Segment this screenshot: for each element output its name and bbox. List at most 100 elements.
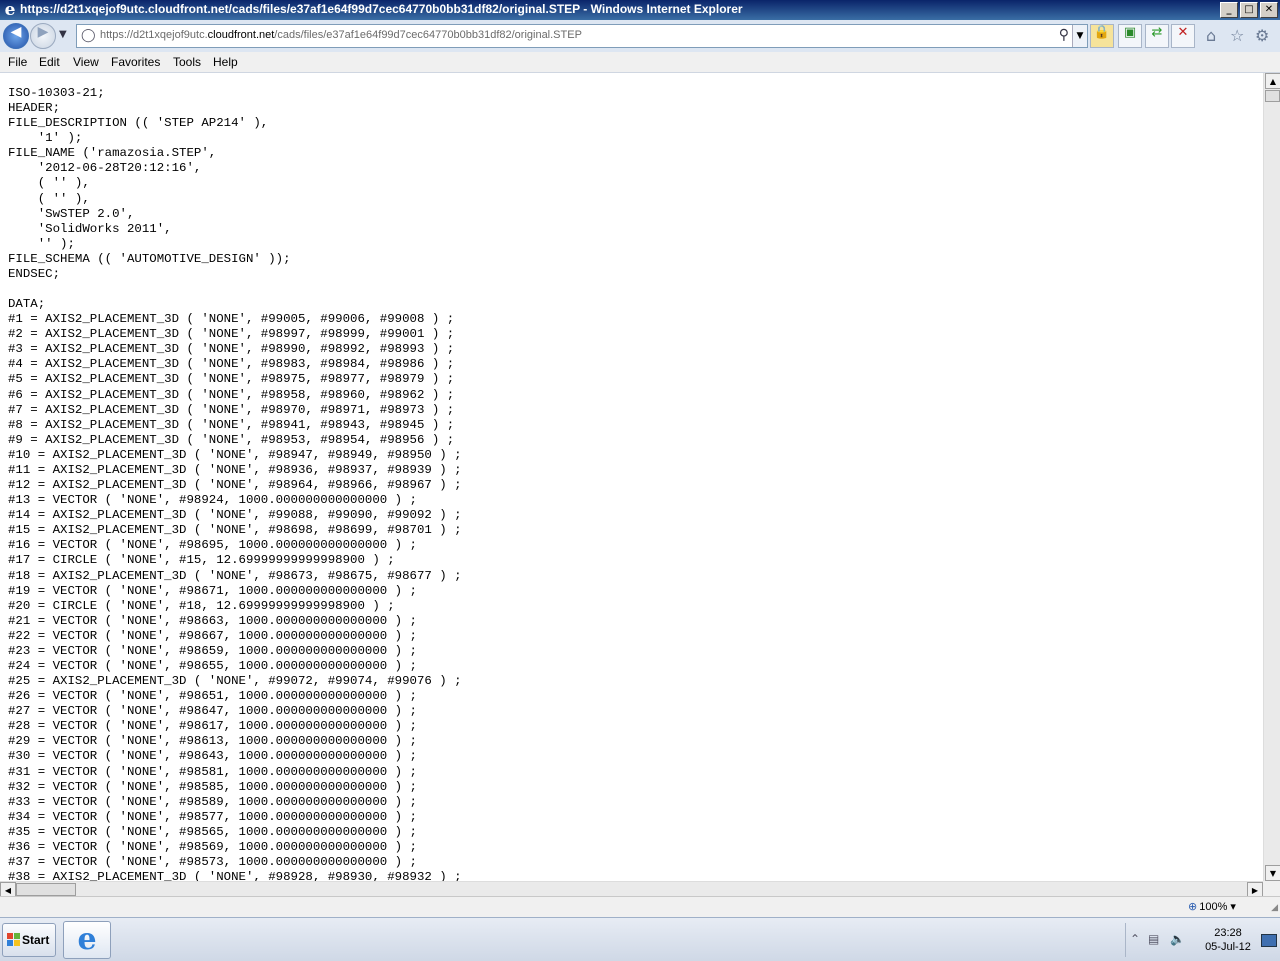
home-icon[interactable]: ⌂: [1206, 26, 1216, 45]
minimize-button[interactable]: _: [1220, 2, 1238, 18]
document-line: #30 = VECTOR ( 'NONE', #98643, 1000.0000…: [8, 749, 417, 764]
document-line: HEADER;: [8, 101, 61, 116]
start-label: Start: [22, 933, 50, 947]
document-line: #2 = AXIS2_PLACEMENT_3D ( 'NONE', #98997…: [8, 327, 455, 342]
vertical-scrollbar[interactable]: ▲ ▼: [1263, 73, 1280, 881]
document-line: FILE_DESCRIPTION (( 'STEP AP214' ),: [8, 116, 269, 131]
close-button[interactable]: ✕: [1260, 2, 1278, 18]
scroll-up-icon[interactable]: ▲: [1265, 73, 1280, 89]
horizontal-scrollbar[interactable]: ◀ ▶: [0, 881, 1263, 897]
document-line: #15 = AXIS2_PLACEMENT_3D ( 'NONE', #9869…: [8, 523, 462, 538]
document-line: #16 = VECTOR ( 'NONE', #98695, 1000.0000…: [8, 538, 417, 553]
document-line: ISO-10303-21;: [8, 86, 105, 100]
address-dropdown-button[interactable]: ▼: [1072, 25, 1087, 47]
maximize-button[interactable]: □: [1240, 2, 1258, 18]
show-desktop-button[interactable]: [1261, 934, 1277, 947]
document-line: #6 = AXIS2_PLACEMENT_3D ( 'NONE', #98958…: [8, 387, 455, 402]
scrollbar-corner: [1263, 881, 1280, 896]
lock-icon[interactable]: 🔒: [1090, 24, 1114, 48]
menu-bar: File Edit View Favorites Tools Help: [0, 52, 1280, 73]
clock-date: 05-Jul-12: [1205, 941, 1251, 953]
document-line: #35 = VECTOR ( 'NONE', #98565, 1000.0000…: [8, 824, 417, 839]
document-line: #8 = AXIS2_PLACEMENT_3D ( 'NONE', #98941…: [8, 417, 455, 432]
gear-icon[interactable]: ⚙: [1255, 26, 1269, 45]
url-domain: cloudfront.net: [207, 29, 275, 41]
document-line: #19 = VECTOR ( 'NONE', #98671, 1000.0000…: [8, 583, 417, 598]
menu-tools[interactable]: Tools: [173, 55, 201, 69]
document-line: #1 = AXIS2_PLACEMENT_3D ( 'NONE', #99005…: [8, 312, 455, 327]
document-line: #5 = AXIS2_PLACEMENT_3D ( 'NONE', #98975…: [8, 372, 455, 387]
document-line: #10 = AXIS2_PLACEMENT_3D ( 'NONE', #9894…: [8, 447, 462, 462]
document-line: #32 = VECTOR ( 'NONE', #98585, 1000.0000…: [8, 779, 417, 794]
document-line: #37 = VECTOR ( 'NONE', #98573, 1000.0000…: [8, 854, 417, 869]
title-bar: e https://d2t1xqejof9utc.cloudfront.net/…: [0, 0, 1280, 20]
document-line: '2012-06-28T20:12:16',: [8, 161, 202, 176]
document-line: #31 = VECTOR ( 'NONE', #98581, 1000.0000…: [8, 764, 417, 779]
document-line: #4 = AXIS2_PLACEMENT_3D ( 'NONE', #98983…: [8, 357, 455, 372]
status-bar: ⊕ 100% ▾ ◢: [0, 896, 1280, 917]
back-button[interactable]: ◀: [3, 23, 29, 49]
show-hidden-icons-icon[interactable]: ⌃: [1130, 932, 1140, 946]
menu-help[interactable]: Help: [213, 55, 238, 69]
menu-favorites[interactable]: Favorites: [111, 55, 160, 69]
stop-icon[interactable]: ✕: [1171, 24, 1195, 48]
menu-file[interactable]: File: [8, 55, 27, 69]
scroll-left-icon[interactable]: ◀: [0, 882, 16, 897]
zoom-icon: ⊕: [1188, 900, 1198, 913]
clock[interactable]: 23:28 05-Jul-12: [1198, 926, 1258, 954]
document-line: #34 = VECTOR ( 'NONE', #98577, 1000.0000…: [8, 809, 417, 824]
document-line: #38 = AXIS2_PLACEMENT_3D ( 'NONE', #9892…: [8, 870, 462, 881]
forward-button[interactable]: ▶: [30, 23, 56, 49]
scroll-right-icon[interactable]: ▶: [1247, 882, 1263, 897]
document-line: ENDSEC;: [8, 266, 61, 281]
search-icon[interactable]: ⚲: [1059, 27, 1069, 43]
horizontal-scroll-thumb[interactable]: [16, 883, 76, 896]
document-line: #36 = VECTOR ( 'NONE', #98569, 1000.0000…: [8, 839, 417, 854]
document-line: DATA;: [8, 297, 46, 312]
zoom-level: 100%: [1199, 901, 1228, 913]
system-tray: ⌃ ▤ 🔈 23:28 05-Jul-12: [1125, 923, 1280, 957]
document-line: #24 = VECTOR ( 'NONE', #98655, 1000.0000…: [8, 658, 417, 673]
scroll-down-icon[interactable]: ▼: [1265, 865, 1280, 881]
document-line: #12 = AXIS2_PLACEMENT_3D ( 'NONE', #9896…: [8, 478, 462, 493]
document-line: #21 = VECTOR ( 'NONE', #98663, 1000.0000…: [8, 613, 417, 628]
address-bar[interactable]: ◯ https://d2t1xqejof9utc.cloudfront.net/…: [76, 24, 1088, 48]
compatibility-view-icon[interactable]: ▣: [1118, 24, 1142, 48]
document-line: #28 = VECTOR ( 'NONE', #98617, 1000.0000…: [8, 719, 417, 734]
document-line: '' );: [8, 236, 75, 251]
navigation-bar: ◀ ▶ ▼ ◯ https://d2t1xqejof9utc.cloudfron…: [0, 20, 1280, 53]
document-line: FILE_NAME ('ramazosia.STEP',: [8, 146, 217, 161]
window-controls: _ □ ✕: [1218, 2, 1278, 20]
ie-taskbar-icon: e: [77, 922, 97, 957]
taskbar-internet-explorer[interactable]: e: [63, 921, 111, 959]
url-text[interactable]: https://d2t1xqejof9utc.cloudfront.net/ca…: [100, 29, 582, 41]
network-icon[interactable]: ▤: [1148, 932, 1159, 946]
document-line: #22 = VECTOR ( 'NONE', #98667, 1000.0000…: [8, 628, 417, 643]
document-line: #11 = AXIS2_PLACEMENT_3D ( 'NONE', #9893…: [8, 462, 462, 477]
document-line: #3 = AXIS2_PLACEMENT_3D ( 'NONE', #98990…: [8, 342, 455, 357]
document-line: #23 = VECTOR ( 'NONE', #98659, 1000.0000…: [8, 643, 417, 658]
document-line: #7 = AXIS2_PLACEMENT_3D ( 'NONE', #98970…: [8, 402, 455, 417]
resize-grip-icon[interactable]: ◢: [1271, 903, 1278, 913]
page-content: ISO-10303-21; HEADER; FILE_DESCRIPTION (…: [0, 73, 1262, 881]
document-line: #33 = VECTOR ( 'NONE', #98589, 1000.0000…: [8, 794, 417, 809]
windows-flag-icon: [7, 933, 21, 947]
document-line: #20 = CIRCLE ( 'NONE', #18, 12.699999999…: [8, 598, 395, 613]
page-icon: ◯: [81, 28, 96, 43]
menu-view[interactable]: View: [73, 55, 99, 69]
menu-edit[interactable]: Edit: [39, 55, 60, 69]
ie-logo-icon: e: [4, 0, 16, 20]
star-icon[interactable]: ☆: [1230, 26, 1244, 45]
forward-arrow-icon: ▶: [37, 24, 49, 40]
document-line: #27 = VECTOR ( 'NONE', #98647, 1000.0000…: [8, 704, 417, 719]
url-prefix: https://d2t1xqejof9utc.: [100, 29, 208, 41]
zoom-control[interactable]: ⊕ 100% ▾: [1188, 900, 1236, 913]
url-path: /cads/files/e37af1e64f99d7cec64770b0bb31…: [274, 29, 582, 41]
start-button[interactable]: Start: [2, 923, 56, 957]
recent-pages-dropdown-icon[interactable]: ▼: [59, 29, 67, 40]
document-line: #14 = AXIS2_PLACEMENT_3D ( 'NONE', #9908…: [8, 508, 462, 523]
vertical-scroll-thumb[interactable]: [1265, 90, 1280, 102]
refresh-icon[interactable]: ⇄: [1145, 24, 1169, 48]
document-line: '1' );: [8, 131, 83, 146]
volume-icon[interactable]: 🔈: [1170, 932, 1185, 946]
